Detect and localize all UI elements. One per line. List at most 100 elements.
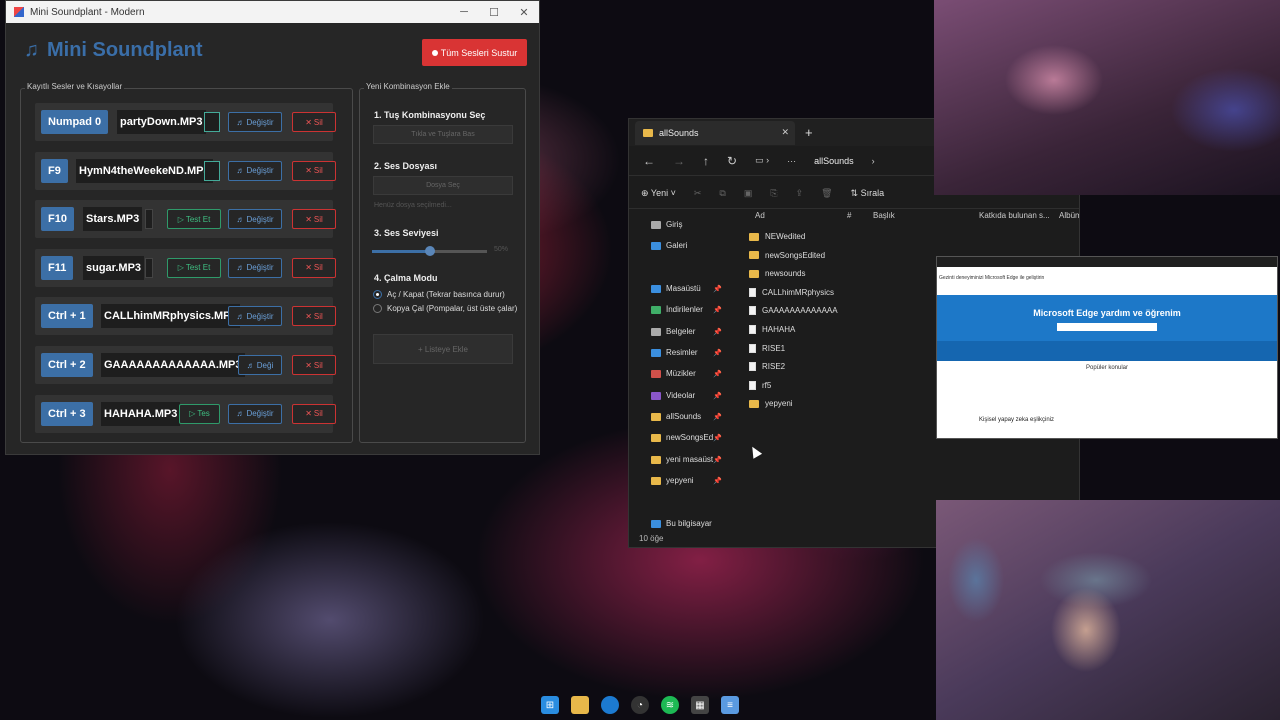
- maximize-icon[interactable]: ☐: [479, 6, 509, 19]
- test-button[interactable]: ▷ Tes: [179, 403, 220, 424]
- breadcrumb[interactable]: allSounds: [814, 156, 854, 166]
- sidebar-item[interactable]: Bu bilgisayar: [651, 519, 712, 528]
- change-button[interactable]: ♬ Değiştir: [228, 257, 282, 278]
- sidebar-item[interactable]: Müzikler: [651, 369, 696, 378]
- change-button[interactable]: ♬ Değiştir: [228, 306, 282, 327]
- file-explorer-icon[interactable]: [571, 696, 589, 714]
- sidebar-item[interactable]: Resimler: [651, 348, 698, 357]
- close-tab-icon[interactable]: ✕: [781, 127, 789, 138]
- delete-button[interactable]: ✕ Sil: [292, 355, 336, 375]
- sort-button[interactable]: ⇅ Sırala: [851, 188, 885, 199]
- file-list-item[interactable]: GAAAAAAAAAAAAA: [749, 306, 838, 316]
- audio-file-icon: [749, 287, 756, 297]
- delete-button[interactable]: ✕ Sil: [292, 112, 336, 132]
- add-to-list-button[interactable]: + Listeye Ekle: [373, 334, 513, 364]
- tab-allsounds[interactable]: allSounds ✕: [635, 120, 795, 145]
- new-button[interactable]: ⊕ Yeni ˅: [641, 188, 676, 199]
- change-button[interactable]: ♬ Deği: [238, 355, 282, 375]
- delete-button[interactable]: ✕ Sil: [292, 306, 336, 327]
- folder-icon: [651, 241, 661, 250]
- monitor-icon[interactable]: ▭ ›: [755, 155, 769, 166]
- sidebar-item[interactable]: yepyeni: [651, 476, 694, 485]
- delete-icon[interactable]: 🗑: [821, 188, 832, 199]
- notepad-icon[interactable]: ≡: [721, 696, 739, 714]
- up-icon[interactable]: ↑: [703, 154, 709, 168]
- file-list-item[interactable]: HAHAHA: [749, 325, 795, 334]
- copy-icon[interactable]: ⧉: [719, 188, 725, 199]
- change-button[interactable]: ♬ Değiştir: [228, 209, 282, 230]
- x-icon: ✕: [305, 117, 312, 127]
- file-list-item[interactable]: newsounds: [749, 269, 805, 278]
- spotify-icon[interactable]: ≋: [661, 696, 679, 714]
- sidebar-item[interactable]: Galeri: [651, 241, 687, 250]
- mode-toggle-radio[interactable]: Aç / Kapat (Tekrar basınca durur): [373, 290, 505, 299]
- file-list-item[interactable]: newSongsEdited: [749, 251, 825, 260]
- folder-icon: [651, 519, 661, 528]
- edge-icon[interactable]: [601, 696, 619, 714]
- paste-icon[interactable]: ▣: [744, 188, 753, 199]
- minimize-icon[interactable]: ─: [449, 6, 479, 18]
- sidebar-item[interactable]: Belgeler: [651, 327, 695, 336]
- sidebar-item[interactable]: İndirilenler: [651, 305, 703, 314]
- folder-icon: [749, 251, 759, 260]
- choose-file-button[interactable]: Dosya Seç: [373, 176, 513, 195]
- stop-all-button[interactable]: Tüm Sesleri Sustur: [422, 39, 527, 66]
- rename-icon[interactable]: ⎘: [770, 188, 777, 199]
- change-button[interactable]: ♬ Değiştir: [228, 403, 282, 424]
- sidebar-item[interactable]: newSongsEd: [651, 433, 713, 442]
- delete-button[interactable]: ✕ Sil: [292, 257, 336, 278]
- column-contributors[interactable]: Katkıda bulunan s...: [979, 211, 1050, 220]
- change-button[interactable]: ♬ Değiştir: [228, 112, 282, 132]
- forward-icon[interactable]: →: [673, 154, 685, 168]
- sidebar-item[interactable]: Videolar: [651, 391, 695, 400]
- key-capture-button[interactable]: Tıkla ve Tuşlara Bas: [373, 125, 513, 144]
- file-list-item[interactable]: NEWedited: [749, 232, 805, 241]
- file-name: newSongsEdited: [765, 250, 826, 260]
- more-icon[interactable]: ···: [787, 156, 796, 166]
- share-icon[interactable]: ⇪: [796, 188, 804, 199]
- delete-button[interactable]: ✕ Sil: [292, 209, 336, 230]
- folder-icon: [643, 128, 653, 137]
- close-icon[interactable]: ✕: [509, 6, 539, 19]
- edge-search-input[interactable]: [1057, 323, 1157, 331]
- start-icon[interactable]: ⊞: [541, 696, 559, 714]
- file-list-item[interactable]: yepyeni: [749, 399, 793, 408]
- file-list-item[interactable]: RISE1: [749, 343, 785, 353]
- hotkey-badge: F11: [41, 255, 74, 280]
- back-icon[interactable]: ←: [643, 154, 655, 168]
- sidebar-item[interactable]: yeni masaüst: [651, 455, 713, 464]
- sidebar-item[interactable]: Giriş: [651, 220, 682, 229]
- note-icon: ♬: [236, 166, 245, 176]
- sidebar-item-label: Giriş: [666, 220, 683, 229]
- mode-copy-radio[interactable]: Kopya Çal (Pompalar, üst üste çalar): [373, 304, 517, 313]
- delete-label: Sil: [313, 263, 323, 273]
- new-tab-icon[interactable]: +: [805, 125, 813, 140]
- delete-button[interactable]: ✕ Sil: [292, 160, 336, 181]
- column-name[interactable]: Ad: [755, 211, 765, 220]
- delete-button[interactable]: ✕ Sil: [292, 403, 336, 424]
- change-button[interactable]: ♬ Değiştir: [228, 160, 282, 181]
- sound-row: F9 HymN4theWeekeND.MP3 ♬ Değiştir ✕ Sil: [35, 151, 336, 190]
- column-album[interactable]: Albüm: [1059, 211, 1079, 220]
- folder-icon: [651, 412, 661, 421]
- test-button[interactable]: ▷ Test Et: [167, 209, 221, 230]
- test-button[interactable]: ▷ Test Et: [167, 257, 221, 278]
- obs-icon[interactable]: ◔: [631, 696, 649, 714]
- cut-icon[interactable]: ✂: [694, 188, 702, 199]
- apps-icon[interactable]: ▦: [691, 696, 709, 714]
- sidebar-item[interactable]: allSounds: [651, 412, 701, 421]
- file-list-item[interactable]: RISE2: [749, 362, 785, 372]
- folder-icon: [651, 284, 661, 293]
- volume-knob[interactable]: [424, 246, 435, 256]
- sound-file-name: partyDown.MP3: [117, 110, 206, 134]
- plus-icon: +: [417, 344, 425, 354]
- chevron-right-icon[interactable]: ›: [872, 156, 875, 166]
- sidebar-item[interactable]: Masaüstü: [651, 284, 701, 293]
- column-title[interactable]: Başlık: [873, 211, 895, 220]
- sound-row: F10 Stars.MP3 ▷ Test Et ♬ Değiştir ✕ Sil: [35, 200, 336, 239]
- column-number[interactable]: #: [847, 211, 851, 220]
- refresh-icon[interactable]: ↻: [727, 154, 737, 168]
- file-list-item[interactable]: rf5: [749, 380, 771, 390]
- audio-file-icon: [749, 380, 756, 390]
- file-list-item[interactable]: CALLhimMRphysics: [749, 287, 834, 297]
